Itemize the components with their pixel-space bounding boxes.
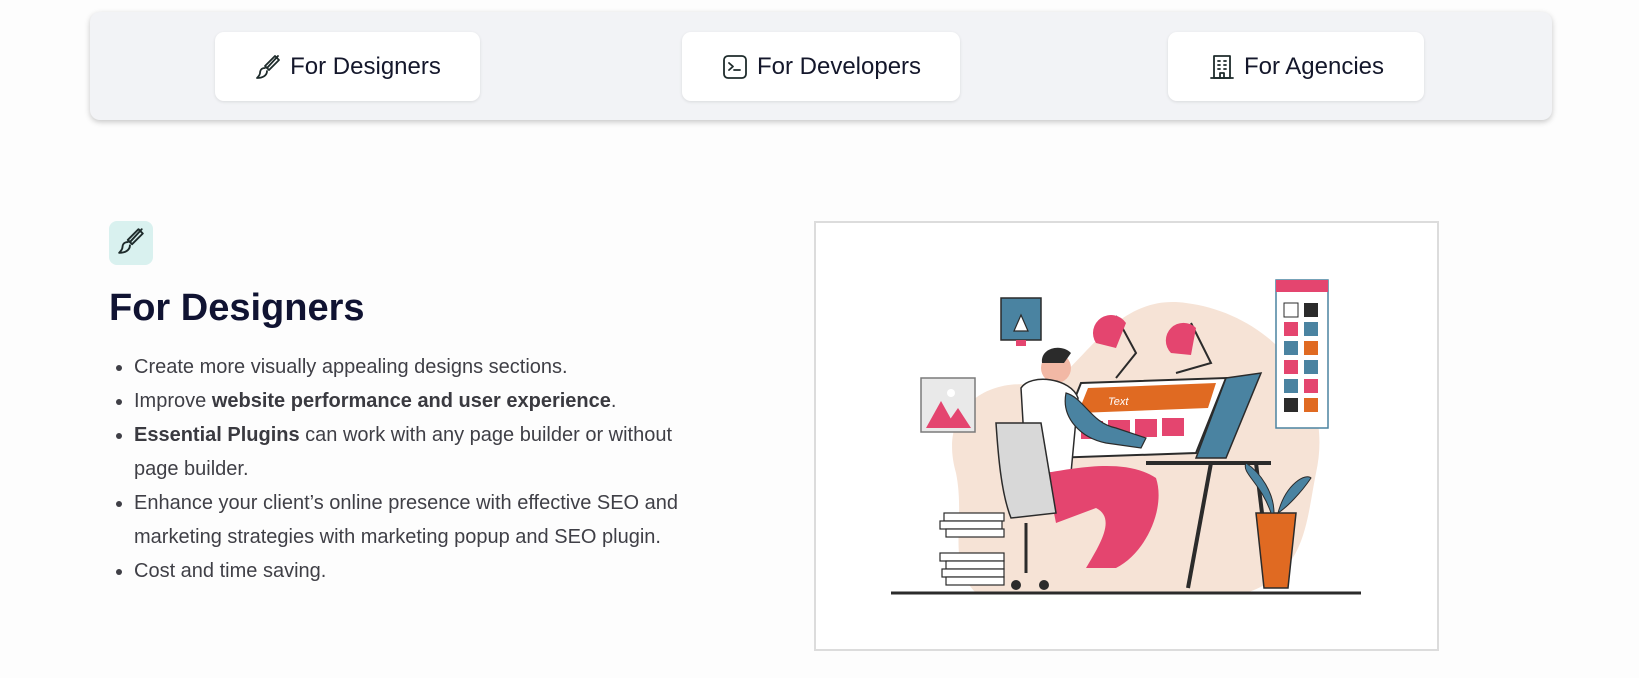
list-item: Create more visually appealing designs s…: [134, 350, 714, 384]
pen-tool-box: [1000, 297, 1042, 346]
list-item: Cost and time saving.: [134, 554, 714, 588]
feature-list: Create more visually appealing designs s…: [109, 350, 714, 588]
brush-icon: [116, 226, 146, 261]
tab-for-developers[interactable]: For Developers: [682, 32, 960, 101]
section-title: For Designers: [109, 287, 365, 329]
list-item: Improve website performance and user exp…: [134, 384, 714, 418]
building-icon: [1208, 53, 1236, 81]
tab-label: For Developers: [756, 52, 922, 80]
list-item: Enhance your client’s online presence wi…: [134, 486, 714, 554]
audience-tabs: For Designers For Developers For Agencie…: [90, 12, 1552, 120]
designer-illustration: Text: [814, 221, 1439, 651]
brush-icon: [254, 53, 282, 81]
list-item: Essential Plugins can work with any page…: [134, 418, 714, 486]
color-palette: [1275, 279, 1329, 429]
feature-badge: [109, 221, 153, 265]
screen-text: Text: [1108, 396, 1129, 408]
tab-for-designers[interactable]: For Designers: [215, 32, 480, 101]
tab-label: For Designers: [290, 52, 441, 80]
tab-label: For Agencies: [1243, 52, 1385, 80]
terminal-icon: [721, 53, 749, 81]
tab-for-agencies[interactable]: For Agencies: [1168, 32, 1424, 101]
picture-frame: [920, 377, 976, 433]
